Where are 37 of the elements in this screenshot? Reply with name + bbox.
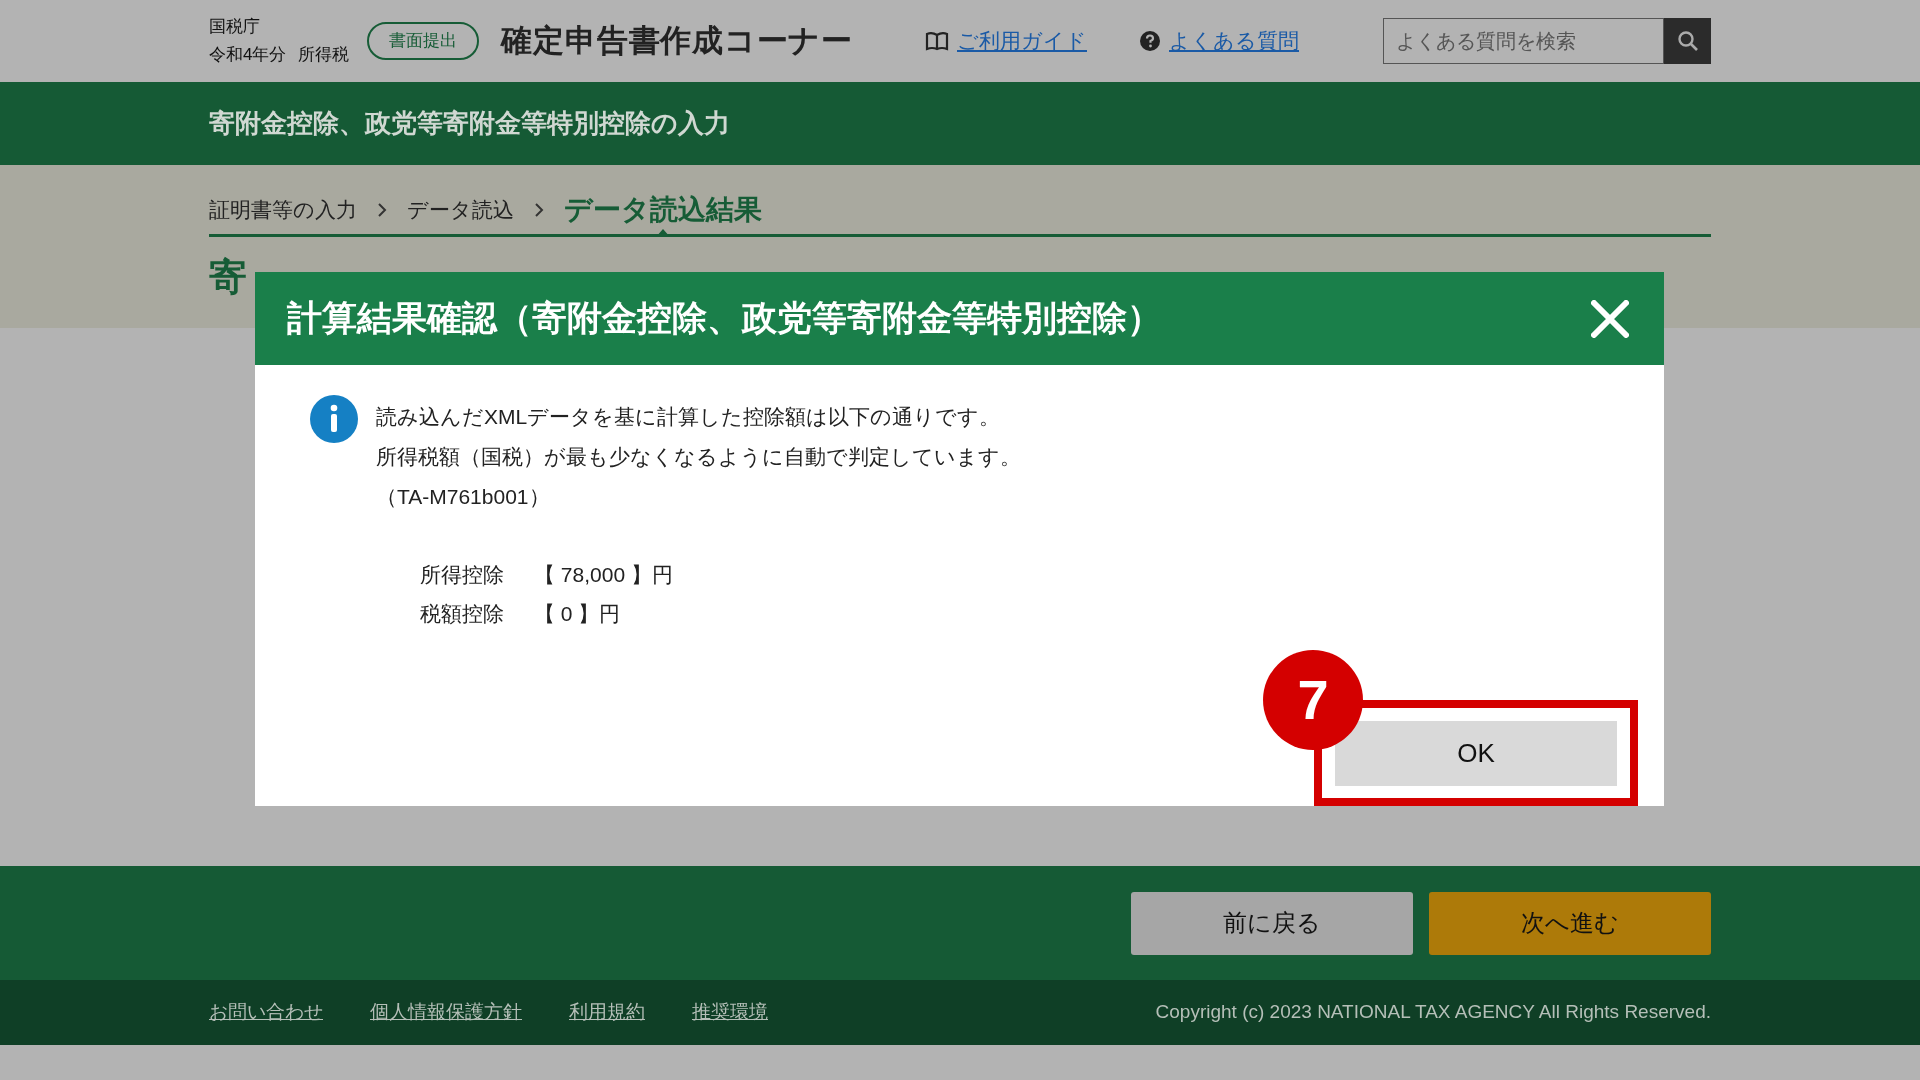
message-line: 所得税額（国税）が最も少なくなるように自動で判定しています。 bbox=[376, 444, 1021, 470]
tax-year: 令和4年分 bbox=[209, 44, 287, 66]
amount-label: 所得控除 bbox=[420, 562, 504, 588]
info-icon bbox=[310, 395, 358, 443]
amount-label: 税額控除 bbox=[420, 601, 504, 627]
help-icon bbox=[1139, 30, 1161, 52]
chevron-icon bbox=[534, 202, 544, 217]
submission-badge: 書面提出 bbox=[367, 22, 480, 60]
search-field[interactable]: よくある質問を検索 bbox=[1383, 18, 1664, 64]
search-button[interactable] bbox=[1664, 18, 1711, 64]
book-icon bbox=[925, 31, 949, 51]
amount-value: 【 78,000 】円 bbox=[534, 562, 673, 588]
copyright-text: Copyright (c) 2023 NATIONAL TAX AGENCY All Rights Reserved. bbox=[1155, 1000, 1711, 1025]
footer-link[interactable]: 推奨環境 bbox=[692, 998, 768, 1027]
section-title: 寄附金控除、政党等寄附金等特別控除の入力 bbox=[209, 107, 730, 140]
breadcrumb-step: 証明書等の入力 bbox=[209, 193, 357, 226]
breadcrumb-step: データ読込結果 bbox=[564, 185, 762, 234]
close-icon bbox=[1591, 299, 1629, 338]
footer-link[interactable]: 利用規約 bbox=[569, 998, 645, 1027]
tax-type: 所得税 bbox=[298, 44, 350, 66]
search-icon bbox=[1676, 30, 1699, 52]
chevron-icon bbox=[377, 202, 387, 217]
message-line: （TA-M761b001） bbox=[376, 484, 551, 510]
dialog-title: 計算結果確認（寄附金控除、政党等寄附金等特別控除） bbox=[287, 297, 1162, 340]
site-title: 確定申告書作成コーナー bbox=[501, 21, 853, 60]
footer-link[interactable]: 個人情報保護方針 bbox=[370, 998, 522, 1027]
breadcrumb-step: データ読込 bbox=[407, 193, 514, 226]
ok-button[interactable]: OK bbox=[1335, 720, 1617, 786]
back-button[interactable]: 前に戻る bbox=[1131, 891, 1413, 955]
message-line: 読み込んだXMLデータを基に計算した控除額は以下の通りです。 bbox=[376, 404, 1002, 430]
next-button[interactable]: 次へ進む bbox=[1429, 891, 1711, 955]
agency-name: 国税庁 bbox=[209, 16, 261, 38]
page-heading: 寄 bbox=[209, 255, 248, 300]
footer-link[interactable]: お問い合わせ bbox=[209, 998, 323, 1027]
header-link[interactable]: ご利用ガイド bbox=[957, 25, 1087, 57]
amount-value: 【 0 】円 bbox=[534, 601, 621, 627]
header-link[interactable]: よくある質問 bbox=[1169, 25, 1299, 57]
